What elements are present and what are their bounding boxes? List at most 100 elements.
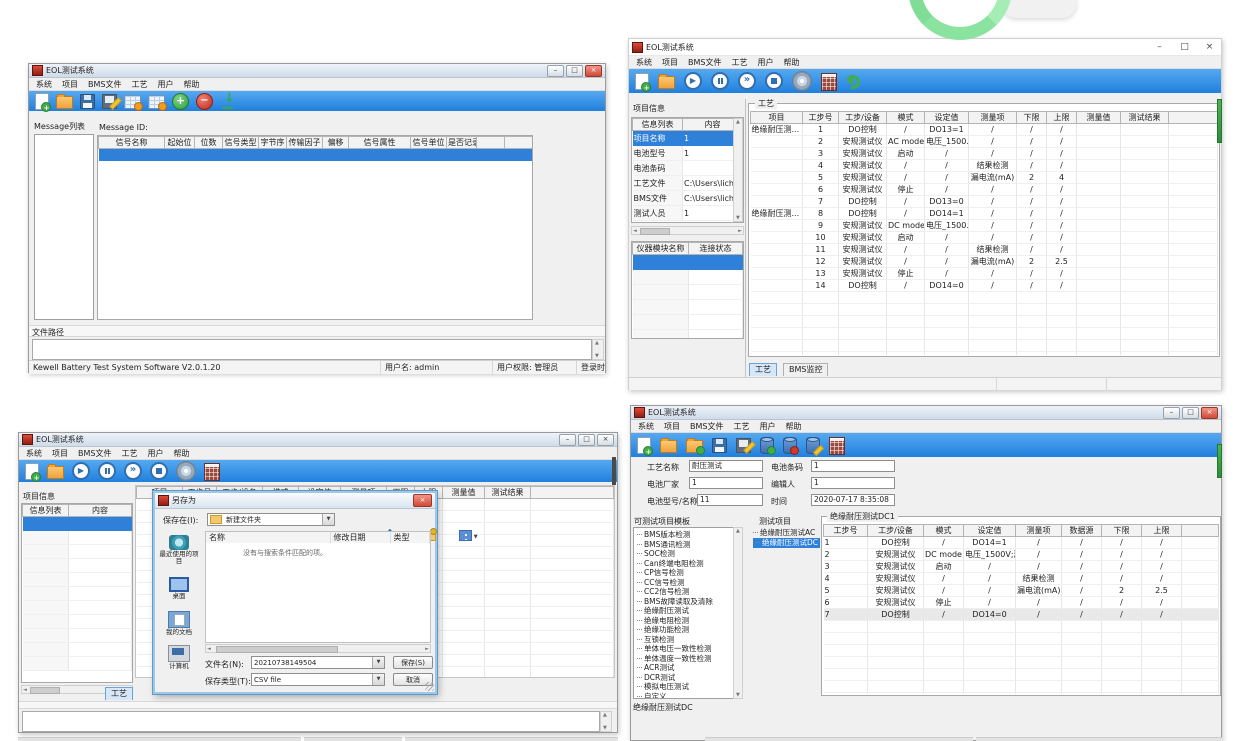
table-row[interactable]: 3安规测试仪启动///// [824, 561, 1219, 573]
templates-scrollbar[interactable] [733, 527, 743, 699]
templates-tree[interactable]: BMS版本检测BMS通讯检测SOC检测Can终端电阻检测CP信号检测CC信号检测… [633, 527, 743, 699]
column-header[interactable]: 起始位 [165, 137, 195, 149]
column-header[interactable]: 字节序 [259, 137, 287, 149]
column-header[interactable]: 下限 [1102, 525, 1142, 537]
new-file-icon[interactable] [635, 73, 649, 90]
open-folder-icon[interactable] [47, 466, 64, 479]
template-item[interactable]: BMS版本检测 [634, 530, 742, 540]
db-edit-icon[interactable] [806, 437, 820, 454]
column-header[interactable]: 内容 [69, 505, 132, 517]
title-bar[interactable]: EOL测试系统 [631, 406, 1221, 420]
title-bar[interactable]: EOL测试系统 [29, 64, 605, 78]
steps-table-container[interactable]: 工步号工步/设备模式设定值测量项数据源下限上限1DO控制/DO14=1////2… [823, 524, 1219, 694]
template-item[interactable]: 自定义 [634, 692, 742, 700]
table-row[interactable]: 绝缘耐压测...8DO控制/DO14=1/// [751, 208, 1218, 220]
column-header[interactable] [477, 137, 505, 149]
menu-item[interactable]: 工艺 [116, 448, 142, 459]
menu-item[interactable]: 用户 [752, 57, 778, 68]
maximize-button[interactable] [578, 434, 595, 446]
column-header[interactable]: 上限 [1142, 525, 1182, 537]
menu-item[interactable]: 项目 [47, 448, 73, 459]
close-button[interactable] [585, 65, 602, 77]
battery-model-input[interactable]: 11 [697, 494, 763, 506]
column-header[interactable]: 数据源 [1062, 525, 1102, 537]
table-row[interactable]: 7DO控制/DO14=0//// [824, 609, 1219, 621]
table-row[interactable]: 5安规测试仪//漏电流(mA)24 [751, 172, 1218, 184]
editor-input[interactable]: 1 [811, 477, 895, 489]
column-header[interactable] [1169, 112, 1218, 124]
save-button[interactable]: 保存(S) [393, 656, 433, 669]
column-header[interactable] [531, 487, 614, 499]
column-header[interactable]: 工步/设备 [868, 525, 924, 537]
menu-item[interactable]: 系统 [21, 448, 47, 459]
column-header[interactable]: 信号单位 [411, 137, 447, 149]
place-documents[interactable]: 我的文档 [157, 611, 201, 636]
column-header[interactable]: 测量值 [443, 487, 485, 499]
column-header[interactable]: 传输因子 [287, 137, 323, 149]
column-header[interactable]: 模式 [924, 525, 964, 537]
template-item[interactable]: CC信号检测 [634, 578, 742, 588]
template-item[interactable]: CC2信号检测 [634, 587, 742, 597]
template-item[interactable]: 互锁检测 [634, 635, 742, 645]
signal-table-container[interactable]: 信号名称起始位位数信号类型字节序传输因子偏移信号属性信号单位是否记录 [97, 135, 533, 320]
column-header[interactable]: 修改日期 [330, 532, 390, 543]
menu-item[interactable]: BMS文件 [683, 57, 726, 68]
time-input[interactable]: 2020-07-17 8:35:08 [811, 494, 895, 506]
save-in-combo[interactable]: 新建文件夹 [207, 513, 335, 526]
template-item[interactable]: Can终端电阻检测 [634, 559, 742, 569]
dialog-close-button[interactable] [413, 494, 432, 507]
column-header[interactable]: 信号属性 [349, 137, 411, 149]
table-row[interactable]: 14DO控制/DO14=0/// [751, 280, 1218, 292]
table-row[interactable]: 6安规测试仪停止///// [824, 597, 1219, 609]
scroll-thumb[interactable] [30, 687, 60, 694]
table-row[interactable]: 9安规测试仪DC mode电压_1500.../// [751, 220, 1218, 232]
title-bar[interactable]: EOL测试系统 [629, 39, 1221, 56]
message-listbox[interactable] [34, 134, 94, 320]
menu-item[interactable]: 帮助 [778, 57, 804, 68]
table-row[interactable]: 13安规测试仪停止//// [751, 268, 1218, 280]
open-folder-icon[interactable] [660, 440, 677, 453]
folder-add-icon[interactable] [686, 440, 703, 453]
table-row[interactable]: 1DO控制/DO14=1//// [824, 537, 1219, 549]
close-button[interactable] [597, 434, 614, 446]
minimize-button[interactable] [1163, 407, 1180, 419]
menu-item[interactable]: 系统 [631, 57, 657, 68]
log-textarea[interactable] [32, 339, 592, 360]
menu-item[interactable]: BMS文件 [73, 448, 116, 459]
tab-process[interactable]: 工艺 [749, 363, 777, 376]
column-header[interactable]: 仪器模块名称 [633, 243, 689, 255]
refresh-icon[interactable] [844, 73, 863, 92]
menu-item[interactable]: BMS文件 [83, 79, 126, 90]
maximize-button[interactable] [1182, 407, 1199, 419]
column-header[interactable]: 偏移 [323, 137, 349, 149]
template-item[interactable]: 单体电压一致性检测 [634, 644, 742, 654]
column-header[interactable]: 测量值 [1077, 112, 1121, 124]
column-header[interactable]: 信号名称 [99, 137, 165, 149]
column-header[interactable]: 测试结果 [485, 487, 531, 499]
stop-icon[interactable] [765, 72, 783, 90]
pause-icon[interactable] [98, 462, 116, 480]
steps-table-container[interactable]: 项目工步号工步/设备模式设定值测量项下限上限测量值测试结果绝缘耐压测...1DO… [750, 111, 1218, 355]
remove-circle-icon[interactable] [196, 93, 213, 110]
column-header[interactable]: 工步/设备 [839, 112, 887, 124]
column-header[interactable] [1182, 525, 1219, 537]
column-header[interactable]: 信息列表 [23, 505, 69, 517]
new-file-icon[interactable] [25, 463, 39, 480]
open-folder-icon[interactable] [658, 76, 675, 89]
table-row[interactable]: 电池条码 [633, 161, 743, 176]
dropdown-arrow-icon[interactable] [322, 514, 334, 525]
log-scrollbar[interactable] [592, 339, 604, 360]
template-item[interactable]: SOC检测 [634, 549, 742, 559]
table-row[interactable]: 12安规测试仪//漏电流(mA)22.5 [751, 256, 1218, 268]
column-header[interactable]: 测量项 [1016, 525, 1062, 537]
column-header[interactable] [505, 137, 533, 149]
column-header[interactable]: 测试结果 [1121, 112, 1169, 124]
new-file-icon[interactable] [35, 93, 49, 110]
dropdown-arrow-icon[interactable] [372, 674, 384, 685]
test-item[interactable]: 绝缘耐压测试DC [753, 538, 820, 548]
table-row[interactable]: 11安规测试仪//结果检测// [751, 244, 1218, 256]
column-header[interactable]: 工步号 [803, 112, 839, 124]
open-folder-icon[interactable] [56, 96, 73, 109]
menu-item[interactable]: 用户 [754, 421, 780, 432]
column-header[interactable]: 位数 [195, 137, 223, 149]
